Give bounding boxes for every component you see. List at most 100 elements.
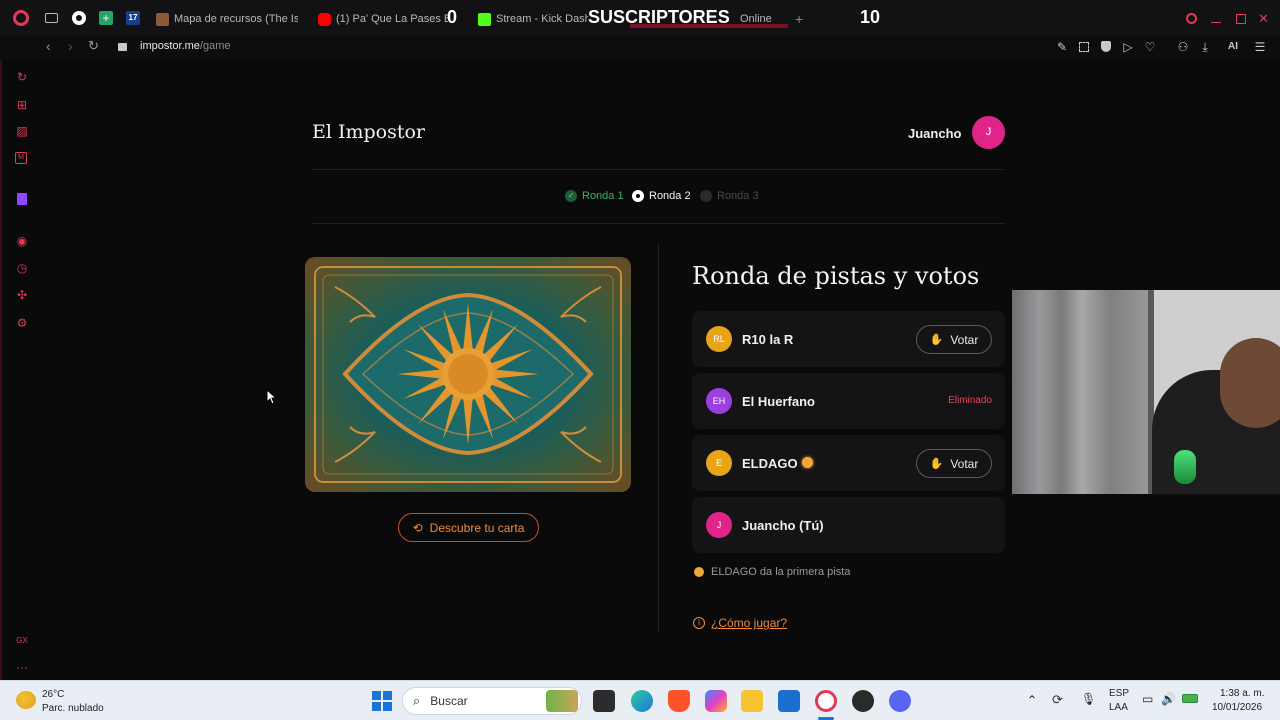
weather-temp: 26°C <box>42 689 65 700</box>
gx-label[interactable]: GX <box>15 634 29 648</box>
extensions-icon[interactable]: ✣ <box>15 288 29 302</box>
start-icon[interactable] <box>372 691 392 711</box>
rounds-divider <box>312 223 1005 224</box>
opera-logo-icon[interactable] <box>13 10 29 26</box>
tab-online[interactable]: Online <box>740 8 780 30</box>
menu-icon[interactable]: ☰ <box>1253 40 1267 54</box>
vote-label: Votar <box>950 332 979 347</box>
tab-youtube[interactable]: (1) Pa' Que La Pases Bie <box>318 8 448 30</box>
sun-icon <box>694 567 704 577</box>
heart-icon[interactable]: ♡ <box>1143 40 1157 54</box>
clock-date[interactable]: 10/01/2026 <box>1212 702 1262 713</box>
sync-icon[interactable]: ⟳ <box>1052 692 1063 708</box>
column-divider <box>658 244 659 632</box>
outlook-icon[interactable] <box>778 690 800 712</box>
restore-icon[interactable] <box>1236 14 1246 24</box>
settings-icon[interactable]: ⚙ <box>15 316 29 330</box>
mic-icon[interactable]: 🎙 <box>1081 692 1096 706</box>
how-to-play-link[interactable]: i ¿Cómo jugar? <box>693 616 787 630</box>
player-icon[interactable]: ◉ <box>15 234 29 248</box>
player-avatar: RL <box>706 326 732 352</box>
battery-icon[interactable] <box>1182 694 1198 703</box>
avatar[interactable]: J <box>972 116 1005 149</box>
tab-menu-icon[interactable] <box>45 13 58 23</box>
mouse-cursor-icon <box>266 389 278 405</box>
vote-button[interactable]: ✋ Votar <box>916 325 992 354</box>
search-tabs-icon[interactable] <box>1186 13 1197 24</box>
player-name: R10 la R <box>742 332 794 347</box>
play-icon[interactable]: ▷ <box>1121 40 1135 54</box>
tab-mapa-recursos[interactable]: Mapa de recursos (The Isl <box>156 8 298 30</box>
crypto-wallet-icon[interactable]: ⊞ <box>15 98 29 112</box>
sheets-tab-icon[interactable]: + <box>99 11 113 25</box>
edge-icon[interactable] <box>631 690 653 712</box>
hint-text: ELDAGO da la primera pista <box>711 566 851 578</box>
player-row: J Juancho (Tú) <box>692 497 1005 553</box>
url-host: impostor.me <box>140 40 200 52</box>
forward-icon[interactable]: › <box>68 38 73 54</box>
download-icon[interactable]: ⤓ <box>1198 40 1212 54</box>
ai-label: AI <box>1228 41 1238 52</box>
task-view-icon[interactable] <box>593 690 615 712</box>
gx-corner-icon[interactable]: ▨ <box>15 124 29 138</box>
refresh-icon: ⟲ <box>412 520 423 535</box>
hand-icon: ✋ <box>929 334 944 346</box>
url-field[interactable]: impostor.me/game <box>140 40 231 52</box>
weather-icon[interactable] <box>16 691 36 709</box>
curtain-image <box>1012 290 1152 494</box>
secret-card[interactable] <box>305 257 631 492</box>
network-icon[interactable]: ▭ <box>1142 692 1153 706</box>
header-divider <box>312 169 1005 170</box>
vote-button[interactable]: ✋ Votar <box>916 449 992 478</box>
shield-icon[interactable] <box>1099 40 1113 54</box>
round-3: Ronda 3 <box>700 190 759 202</box>
info-icon: i <box>693 617 705 629</box>
language-code[interactable]: ESP <box>1109 688 1129 699</box>
back-icon[interactable]: ‹ <box>46 38 51 54</box>
reload-icon[interactable]: ↻ <box>88 38 99 54</box>
lock-icon[interactable] <box>118 43 127 51</box>
more-icon[interactable]: ··· <box>15 660 29 674</box>
minimize-icon[interactable] <box>1211 22 1221 23</box>
close-icon[interactable]: ✕ <box>1258 11 1269 27</box>
brave-icon[interactable] <box>668 690 690 712</box>
obs-icon[interactable] <box>852 690 874 712</box>
profile-icon[interactable]: ⚇ <box>1176 40 1190 54</box>
player-name: Juancho (Tú) <box>742 518 824 533</box>
snapshot-icon[interactable] <box>1077 40 1091 54</box>
copilot-icon[interactable] <box>705 690 727 712</box>
search-placeholder: Buscar <box>430 694 468 708</box>
subscriber-overlay-label: SUSCRIPTORES <box>588 7 730 27</box>
first-clue-hint: ELDAGO da la primera pista <box>694 566 850 578</box>
webcam-overlay <box>1012 290 1280 494</box>
discord-icon[interactable] <box>889 690 911 712</box>
player-row: RL R10 la R ✋ Votar <box>692 311 1005 367</box>
language-layout[interactable]: LAA <box>1109 702 1128 713</box>
first-clue-sun-icon <box>802 457 813 468</box>
clock-time[interactable]: 1:38 a. m. <box>1220 688 1264 699</box>
tab-kick[interactable]: Stream - Kick Dashb <box>478 8 588 30</box>
reveal-card-button[interactable]: ⟲ Descubre tu carta <box>398 513 539 542</box>
browser-sidebar: ↻ ⊞ ▨ M ◉ ◷ ✣ ⚙ GX ··· <box>0 60 42 680</box>
round-label: Ronda 1 <box>582 190 624 202</box>
ai-assistant-icon[interactable]: ↻ <box>15 70 29 84</box>
tray-chevron-icon[interactable]: ⌃ <box>1027 693 1037 707</box>
youtube-icon <box>318 12 331 26</box>
file-explorer-icon[interactable] <box>741 690 763 712</box>
person-head-image <box>1220 338 1280 428</box>
calendar-tab-icon[interactable]: 17 <box>126 11 140 25</box>
pin-icon[interactable]: ✎ <box>1055 40 1069 54</box>
new-tab-button[interactable]: + <box>795 8 807 30</box>
twitch-icon[interactable] <box>15 192 29 206</box>
url-path: /game <box>199 40 231 52</box>
messenger-icon[interactable]: M <box>15 152 29 166</box>
ai-button[interactable]: AI <box>1220 40 1246 54</box>
opera-gx-icon[interactable] <box>815 690 837 712</box>
pinned-tab-icon[interactable] <box>72 11 86 25</box>
reveal-card-label: Descubre tu carta <box>429 520 525 535</box>
volume-icon[interactable]: 🔊 <box>1161 692 1176 706</box>
history-icon[interactable]: ◷ <box>15 261 29 275</box>
sun-card-illustration <box>314 266 622 483</box>
round-label: Ronda 2 <box>649 190 691 202</box>
section-title: Ronda de pistas y votos <box>692 262 980 290</box>
